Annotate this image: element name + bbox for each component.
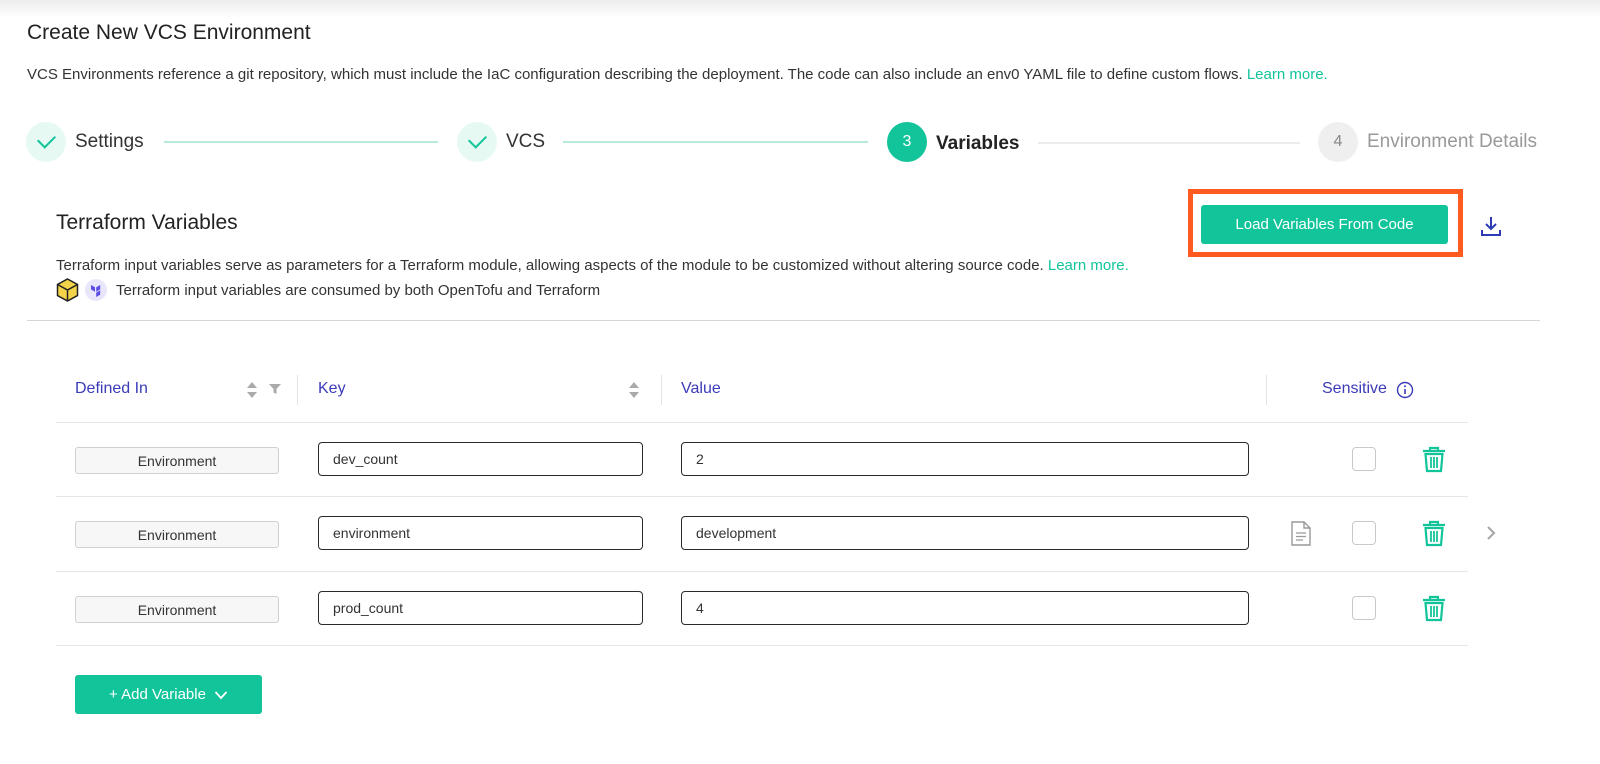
filter-icon[interactable] [268, 382, 282, 396]
page-description: VCS Environments reference a git reposit… [27, 66, 1328, 83]
learn-more-link[interactable]: Learn more. [1247, 66, 1328, 83]
page-description-text: VCS Environments reference a git reposit… [27, 66, 1243, 83]
section-description: Terraform input variables serve as param… [56, 257, 1129, 274]
step-vcs-label[interactable]: VCS [506, 131, 545, 153]
add-variable-button[interactable]: + Add Variable [75, 675, 262, 714]
sort-icon[interactable] [628, 380, 640, 400]
defined-in-tag: Environment [75, 596, 279, 623]
header-defined-in[interactable]: Defined In [75, 380, 148, 398]
consumed-note: Terraform input variables are consumed b… [56, 278, 600, 302]
key-input[interactable] [318, 591, 643, 625]
row-divider [56, 422, 1468, 423]
trash-icon[interactable] [1421, 445, 1447, 473]
load-variables-button[interactable]: Load Variables From Code [1201, 205, 1448, 244]
row-divider [56, 645, 1468, 646]
key-input[interactable] [318, 442, 643, 476]
chevron-down-icon [214, 690, 228, 699]
step-variables-number: 3 [887, 122, 927, 162]
consumed-note-text: Terraform input variables are consumed b… [116, 281, 601, 299]
step-connector [164, 141, 438, 143]
page-title: Create New VCS Environment [27, 21, 311, 44]
step-variables-label: Variables [936, 133, 1020, 154]
row-divider [56, 496, 1468, 497]
defined-in-tag: Environment [75, 447, 279, 474]
section-title: Terraform Variables [56, 211, 238, 234]
chevron-right-icon[interactable] [1484, 524, 1498, 542]
step-vcs-check-icon [457, 122, 497, 162]
trash-icon[interactable] [1421, 594, 1447, 622]
step-settings-label[interactable]: Settings [75, 131, 144, 153]
section-description-text: Terraform input variables serve as param… [56, 257, 1044, 274]
sensitive-checkbox[interactable] [1352, 521, 1376, 545]
info-icon[interactable] [1396, 381, 1414, 399]
header-separator [661, 375, 662, 405]
step-details-label: Environment Details [1367, 131, 1538, 152]
step-connector [1038, 142, 1300, 144]
header-value: Value [681, 380, 721, 397]
value-input[interactable] [681, 442, 1249, 476]
header-separator [297, 375, 298, 405]
value-input[interactable] [681, 516, 1249, 550]
value-input[interactable] [681, 591, 1249, 625]
defined-in-tag: Environment [75, 521, 279, 548]
file-icon[interactable] [1290, 521, 1312, 546]
step-connector [563, 141, 868, 143]
row-divider [56, 571, 1468, 572]
step-settings-check-icon [26, 122, 66, 162]
sensitive-checkbox[interactable] [1352, 596, 1376, 620]
add-variable-label: + Add Variable [109, 686, 206, 703]
step-details-number: 4 [1318, 122, 1358, 162]
download-icon[interactable] [1479, 214, 1503, 238]
sort-icon[interactable] [246, 380, 258, 400]
sensitive-checkbox[interactable] [1352, 447, 1376, 471]
divider [27, 320, 1540, 321]
terraform-logo-icon [85, 279, 107, 301]
opentofu-logo-icon [56, 278, 79, 302]
header-separator [1266, 375, 1267, 405]
key-input[interactable] [318, 516, 643, 550]
header-sensitive: Sensitive [1322, 380, 1387, 397]
trash-icon[interactable] [1421, 519, 1447, 547]
header-key[interactable]: Key [318, 380, 346, 398]
section-learn-more-link[interactable]: Learn more. [1048, 257, 1129, 274]
